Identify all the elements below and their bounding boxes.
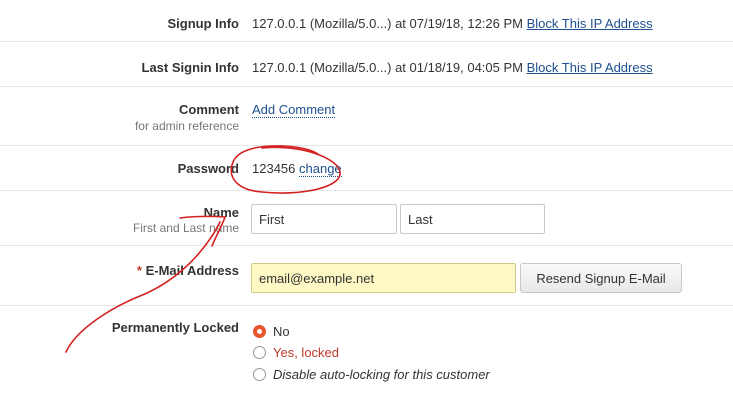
radio-no-label: No	[273, 323, 290, 339]
comment-sublabel: for admin reference	[134, 119, 239, 133]
name-label: Name	[203, 205, 239, 220]
locked-option-yes[interactable]: Yes, locked	[253, 343, 339, 361]
radio-no[interactable]	[253, 324, 266, 338]
change-password-link[interactable]: change	[299, 161, 342, 177]
password-label: Password	[177, 161, 239, 176]
password-value: 123456	[252, 161, 296, 176]
last-signin-info-value: 127.0.0.1 (Mozilla/5.0...) at 01/18/19, …	[252, 60, 523, 75]
separator	[0, 305, 733, 306]
radio-disable-auto-locking[interactable]	[253, 367, 266, 381]
separator	[0, 86, 733, 87]
email-label: E-Mail Address	[145, 263, 239, 278]
separator	[0, 145, 733, 146]
locked-option-disable-auto[interactable]: Disable auto-locking for this customer	[253, 365, 490, 383]
required-mark: *	[136, 263, 142, 278]
password-row: 123456 change	[252, 161, 342, 177]
radio-yes-locked-label: Yes, locked	[273, 344, 340, 360]
email-input[interactable]	[251, 263, 516, 293]
name-sublabel: First and Last name	[132, 221, 239, 235]
email-label-row: * E-Mail Address	[0, 263, 239, 278]
radio-yes-locked[interactable]	[253, 345, 266, 359]
signup-info-label: Signup Info	[167, 16, 239, 31]
customer-edit-form: Signup Info 127.0.0.1 (Mozilla/5.0...) a…	[0, 0, 733, 396]
signup-block-ip-link[interactable]: Block This IP Address	[527, 16, 653, 31]
separator	[0, 41, 733, 42]
last-name-input[interactable]	[400, 204, 545, 234]
comment-label: Comment	[179, 102, 239, 117]
last-signin-info-row: 127.0.0.1 (Mozilla/5.0...) at 01/18/19, …	[252, 60, 653, 75]
first-name-input[interactable]	[251, 204, 397, 234]
signup-info-value: 127.0.0.1 (Mozilla/5.0...) at 07/19/18, …	[252, 16, 523, 31]
signup-info-row: 127.0.0.1 (Mozilla/5.0...) at 07/19/18, …	[252, 16, 653, 31]
separator	[0, 190, 733, 191]
add-comment-link[interactable]: Add Comment	[252, 102, 336, 118]
last-signin-block-ip-link[interactable]: Block This IP Address	[527, 60, 653, 75]
separator	[0, 245, 733, 246]
resend-signup-email-button[interactable]: Resend Signup E-Mail	[520, 263, 682, 293]
permanently-locked-label: Permanently Locked	[111, 320, 239, 335]
radio-disable-auto-locking-label: Disable auto-locking for this customer	[273, 366, 490, 382]
last-signin-info-label: Last Signin Info	[141, 60, 240, 75]
locked-option-no[interactable]: No	[253, 322, 290, 340]
